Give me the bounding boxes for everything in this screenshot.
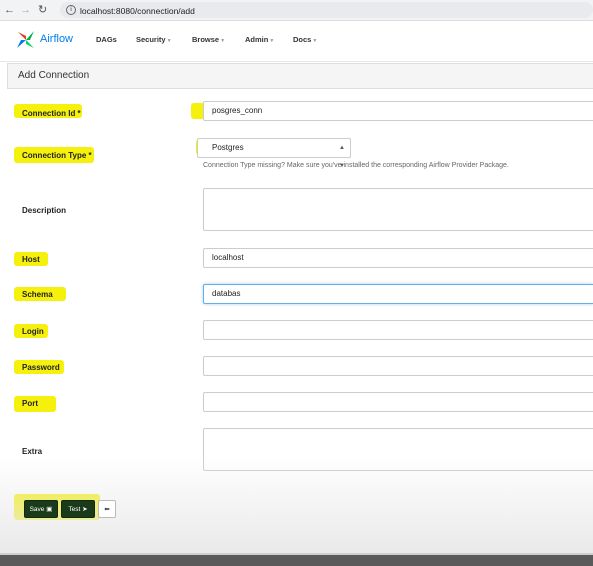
conn-id-input[interactable]: posgres_conn	[203, 101, 593, 121]
reload-icon[interactable]: ↻	[38, 3, 47, 17]
description-textarea[interactable]	[203, 188, 593, 231]
login-label: Login	[22, 327, 44, 336]
save-button-label: Save	[29, 506, 45, 513]
url-text: localhost:8080/connection/add	[80, 5, 195, 16]
address-bar[interactable]: i localhost:8080/connection/add	[60, 2, 593, 18]
conn-id-value: posgres_conn	[212, 106, 263, 115]
nav-browse-label: Browse	[192, 35, 220, 44]
window-bottom-edge	[0, 555, 593, 566]
password-input[interactable]	[203, 356, 593, 376]
chevron-down-icon: ▼	[269, 38, 275, 44]
conn-id-label: Connection Id *	[22, 109, 81, 118]
conn-type-help-text: Connection Type missing? Make sure you'v…	[203, 162, 509, 169]
save-button[interactable]: Save ▣	[24, 500, 58, 518]
arrow-left-icon: ⬅	[104, 506, 110, 513]
extra-textarea[interactable]	[203, 428, 593, 471]
nav-security[interactable]: Security▼	[136, 35, 172, 44]
nav-docs-label: Docs	[293, 35, 312, 44]
nav-dags-label: DAGs	[96, 35, 117, 44]
back-button[interactable]: ⬅	[98, 500, 116, 518]
chevron-down-icon: ▼	[312, 38, 318, 44]
nav-security-label: Security	[136, 35, 166, 44]
conn-type-value: Postgres	[212, 143, 244, 152]
password-label: Password	[22, 363, 60, 372]
nav-dags[interactable]: DAGs	[96, 35, 117, 44]
login-input[interactable]	[203, 320, 593, 340]
nav-docs[interactable]: Docs▼	[293, 35, 317, 44]
host-label: Host	[22, 255, 40, 264]
back-arrow-icon[interactable]: ←	[4, 3, 15, 17]
chevron-down-icon: ▼	[166, 38, 172, 44]
nav-browse[interactable]: Browse▼	[192, 35, 225, 44]
schema-label: Schema	[22, 290, 53, 299]
port-label: Port	[22, 399, 38, 408]
browser-toolbar: ← → ↻ i localhost:8080/connection/add	[0, 0, 593, 21]
description-label: Description	[22, 206, 67, 215]
site-info-icon[interactable]: i	[66, 4, 76, 15]
schema-input[interactable]: databas	[203, 284, 593, 304]
dropdown-caret-icon: ▲ ▼	[339, 145, 345, 169]
floppy-disk-icon: ▣	[46, 506, 53, 513]
airflow-logo-icon[interactable]	[14, 28, 38, 52]
conn-type-label: Connection Type *	[22, 151, 92, 160]
host-input[interactable]: localhost	[203, 248, 593, 268]
brand-name[interactable]: Airflow	[40, 33, 73, 45]
test-button[interactable]: Test ➤	[61, 500, 95, 518]
top-navbar: Airflow DAGs Security▼ Browse▼ Admin▼ Do…	[0, 21, 593, 62]
forward-arrow-icon[interactable]: →	[20, 3, 31, 17]
extra-label: Extra	[22, 447, 43, 456]
host-value: localhost	[212, 253, 244, 262]
schema-value: databas	[212, 289, 241, 298]
conn-type-select[interactable]: Postgres ▲ ▼	[197, 138, 351, 169]
port-input[interactable]	[203, 392, 593, 412]
nav-admin-label: Admin	[245, 35, 269, 44]
nav-admin[interactable]: Admin▼	[245, 35, 274, 44]
test-button-label: Test	[68, 506, 81, 513]
paper-plane-icon: ➤	[82, 506, 88, 513]
form-panel-heading: Add Connection	[7, 63, 593, 89]
page-title: Add Connection	[18, 70, 90, 81]
chevron-down-icon: ▼	[220, 38, 226, 44]
